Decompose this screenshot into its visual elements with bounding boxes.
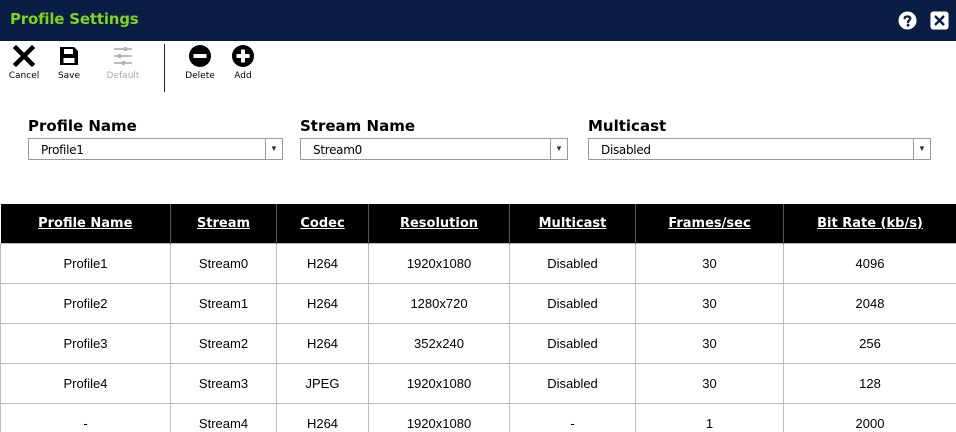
- profile-name-value: Profile1: [41, 143, 84, 157]
- cell-profile-name: -: [0, 402, 171, 432]
- cell-bit-rate: 256: [783, 322, 956, 364]
- add-label: Add: [234, 71, 252, 81]
- cell-stream: Stream1: [170, 282, 277, 324]
- cancel-button[interactable]: Cancel: [4, 44, 44, 81]
- cell-resolution: 1920x1080: [368, 242, 510, 284]
- multicast-value: Disabled: [601, 143, 651, 157]
- plus-circle-icon: [232, 45, 254, 67]
- cell-stream: Stream3: [170, 362, 277, 404]
- table-row[interactable]: Profile2 Stream1 H264 1280x720 Disabled …: [0, 282, 956, 324]
- cell-frames-sec: 1: [635, 402, 784, 432]
- cell-multicast: Disabled: [509, 362, 636, 404]
- cell-codec: H264: [276, 282, 369, 324]
- col-header-multicast[interactable]: Multicast: [509, 204, 636, 243]
- default-label: Default: [106, 71, 140, 81]
- cell-profile-name: Profile2: [0, 282, 171, 324]
- cell-codec: H264: [276, 322, 369, 364]
- col-header-profile-name[interactable]: Profile Name: [0, 204, 171, 243]
- cell-profile-name: Profile3: [0, 322, 171, 364]
- cancel-label: Cancel: [8, 71, 40, 81]
- cell-codec: H264: [276, 242, 369, 284]
- save-label: Save: [57, 71, 81, 81]
- close-icon[interactable]: [930, 11, 949, 30]
- floppy-disk-icon: [60, 47, 78, 65]
- cell-codec: JPEG: [276, 362, 369, 404]
- col-header-codec[interactable]: Codec: [276, 204, 369, 243]
- cell-frames-sec: 30: [635, 322, 784, 364]
- table-row[interactable]: Profile3 Stream2 H264 352x240 Disabled 3…: [0, 322, 956, 364]
- stream-name-value: Stream0: [313, 143, 362, 157]
- window-title: Profile Settings: [10, 10, 139, 28]
- cell-resolution: 1920x1080: [368, 402, 510, 432]
- cell-stream: Stream4: [170, 402, 277, 432]
- cell-profile-name: Profile1: [0, 242, 171, 284]
- minus-circle-icon: [189, 45, 211, 67]
- cell-multicast: Disabled: [509, 242, 636, 284]
- chevron-down-icon[interactable]: ▼: [265, 139, 282, 159]
- cell-bit-rate: 4096: [783, 242, 956, 284]
- profiles-table: Profile Name Stream Codec Resolution Mul…: [0, 204, 956, 432]
- cell-profile-name: Profile4: [0, 362, 171, 404]
- cell-resolution: 1280x720: [368, 282, 510, 324]
- cell-frames-sec: 30: [635, 242, 784, 284]
- cell-resolution: 352x240: [368, 322, 510, 364]
- col-header-stream[interactable]: Stream: [170, 204, 277, 243]
- chevron-down-icon[interactable]: ▼: [550, 139, 567, 159]
- multicast-label: Multicast: [588, 117, 667, 135]
- col-header-bit-rate[interactable]: Bit Rate (kb/s): [783, 204, 956, 243]
- sliders-icon: [114, 47, 132, 65]
- delete-label: Delete: [185, 71, 215, 81]
- profile-name-label: Profile Name: [28, 117, 137, 135]
- table-row[interactable]: Profile1 Stream0 H264 1920x1080 Disabled…: [0, 242, 956, 284]
- stream-name-select[interactable]: Stream0 ▼: [300, 138, 568, 160]
- help-icon[interactable]: [898, 11, 917, 30]
- title-bar: Profile Settings: [0, 0, 956, 41]
- cell-bit-rate: 128: [783, 362, 956, 404]
- cell-multicast: Disabled: [509, 282, 636, 324]
- stream-name-label: Stream Name: [300, 117, 415, 135]
- toolbar-divider: [164, 44, 165, 92]
- cell-resolution: 1920x1080: [368, 362, 510, 404]
- col-header-frames-sec[interactable]: Frames/sec: [635, 204, 784, 243]
- cell-codec: H264: [276, 402, 369, 432]
- multicast-select[interactable]: Disabled ▼: [588, 138, 931, 160]
- x-icon: [12, 44, 36, 68]
- table-row[interactable]: - Stream4 H264 1920x1080 - 1 2000: [0, 402, 956, 432]
- cell-stream: Stream2: [170, 322, 277, 364]
- cell-frames-sec: 30: [635, 282, 784, 324]
- add-button[interactable]: Add: [223, 44, 263, 81]
- save-button[interactable]: Save: [49, 44, 89, 81]
- cell-multicast: -: [509, 402, 636, 432]
- profile-name-select[interactable]: Profile1 ▼: [28, 138, 283, 160]
- table-header-row: Profile Name Stream Codec Resolution Mul…: [0, 204, 956, 243]
- chevron-down-icon[interactable]: ▼: [913, 139, 930, 159]
- cell-multicast: Disabled: [509, 322, 636, 364]
- cell-frames-sec: 30: [635, 362, 784, 404]
- delete-button[interactable]: Delete: [180, 44, 220, 81]
- cell-bit-rate: 2000: [783, 402, 956, 432]
- cell-bit-rate: 2048: [783, 282, 956, 324]
- default-button[interactable]: Default: [103, 44, 143, 81]
- col-header-resolution[interactable]: Resolution: [368, 204, 510, 243]
- cell-stream: Stream0: [170, 242, 277, 284]
- table-row[interactable]: Profile4 Stream3 JPEG 1920x1080 Disabled…: [0, 362, 956, 404]
